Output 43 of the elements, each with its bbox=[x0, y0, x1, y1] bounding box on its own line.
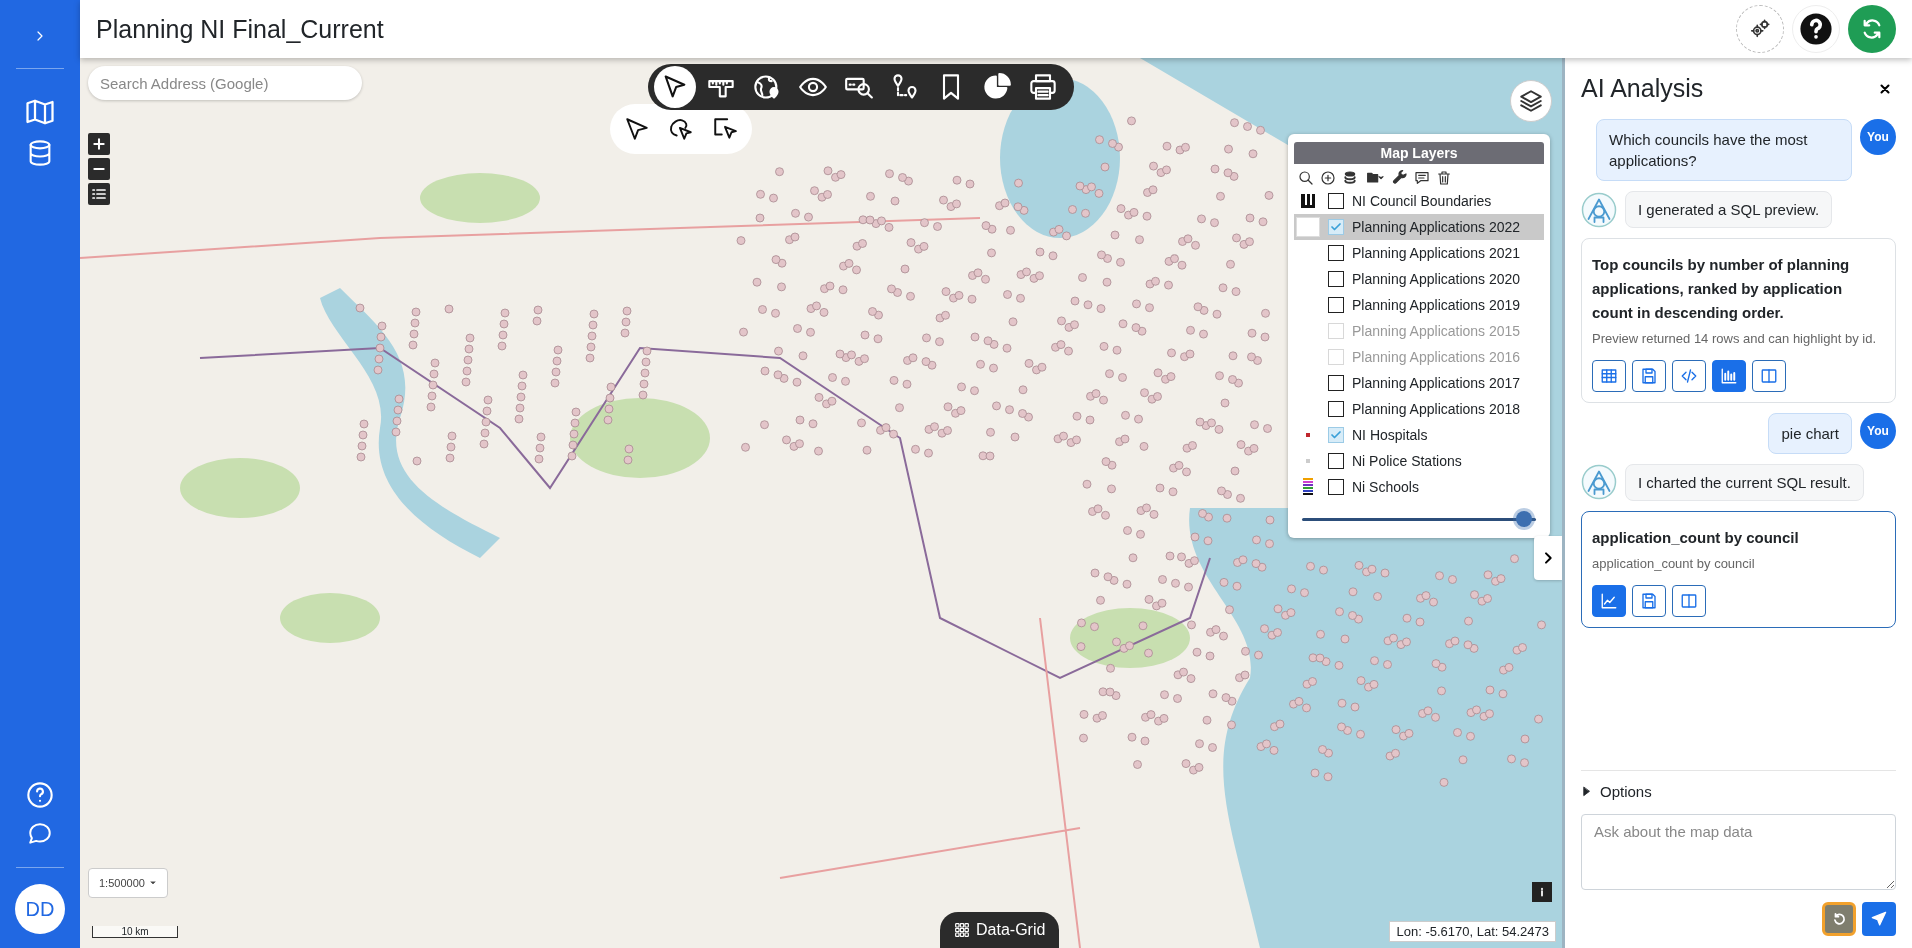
layer-label: Planning Applications 2020 bbox=[1352, 271, 1521, 287]
layer-label: NI Hospitals bbox=[1352, 427, 1428, 443]
layer-row[interactable]: Planning Applications 2021 bbox=[1294, 240, 1544, 266]
layer-row[interactable]: Planning Applications 2022 bbox=[1294, 214, 1544, 240]
layer-label: Planning Applications 2017 bbox=[1352, 375, 1521, 391]
user-avatar: You bbox=[1860, 412, 1896, 449]
layer-row[interactable]: Planning Applications 2018 bbox=[1294, 396, 1544, 422]
layer-row[interactable]: NI Council Boundaries bbox=[1294, 188, 1544, 214]
scale-bar: 10 km bbox=[92, 926, 178, 938]
address-search-field[interactable]: Search Address (Google) bbox=[88, 66, 362, 100]
data-grid-button[interactable]: Data-Grid bbox=[940, 912, 1060, 948]
assistant-message: I generated a SQL preview. bbox=[1625, 191, 1833, 228]
layer-label: Planning Applications 2018 bbox=[1352, 401, 1521, 417]
layer-label: Planning Applications 2021 bbox=[1352, 245, 1521, 261]
coordinates-readout: Lon: -5.6170, Lat: 54.2473 bbox=[1389, 921, 1556, 942]
layer-label: NI Council Boundaries bbox=[1352, 193, 1492, 209]
page-title: Planning NI Final_Current bbox=[96, 14, 385, 44]
panel-title: Map Layers bbox=[1294, 142, 1544, 164]
user-message: Which councils have the most applications? bbox=[1596, 119, 1852, 181]
user-avatar[interactable]: DD bbox=[15, 884, 65, 934]
layer-row[interactable]: Planning Applications 2020 bbox=[1294, 266, 1544, 292]
layer-row[interactable]: Ni Police Stations bbox=[1294, 448, 1544, 474]
layer-label: Ni Police Stations bbox=[1352, 453, 1462, 469]
layer-label: Planning Applications 2015 bbox=[1352, 323, 1521, 339]
layer-row[interactable]: Planning Applications 2019 bbox=[1294, 292, 1544, 318]
layer-label: Planning Applications 2022 bbox=[1352, 219, 1521, 235]
user-avatar: You bbox=[1860, 119, 1896, 155]
card-subtitle: application_count by council bbox=[1592, 554, 1756, 573]
options-toggle[interactable]: Options bbox=[1581, 783, 1652, 800]
user-message: pie chart bbox=[1768, 412, 1852, 454]
layer-row[interactable]: NI Hospitals bbox=[1294, 422, 1544, 448]
card-title: application_count by council bbox=[1592, 527, 1800, 548]
layer-row[interactable]: Ni Schools bbox=[1294, 474, 1544, 500]
layer-label: Ni Schools bbox=[1352, 479, 1419, 495]
scale-select[interactable]: 1:500000 bbox=[88, 868, 168, 898]
panel-title: AI Analysis bbox=[1581, 74, 1704, 103]
card-title: Top councils by number of planning applications, ranked by application count in descending order. bbox=[1592, 255, 1851, 323]
assistant-message: I charted the current SQL result. bbox=[1625, 463, 1864, 501]
layer-label: Planning Applications 2016 bbox=[1352, 349, 1521, 365]
card-subtitle: Preview returned 14 rows and can highlight by id. bbox=[1592, 330, 1877, 348]
question-input-field[interactable]: Ask about the map data bbox=[1581, 814, 1896, 890]
layer-label: Planning Applications 2019 bbox=[1352, 297, 1521, 313]
layer-row[interactable]: Planning Applications 2017 bbox=[1294, 370, 1544, 396]
